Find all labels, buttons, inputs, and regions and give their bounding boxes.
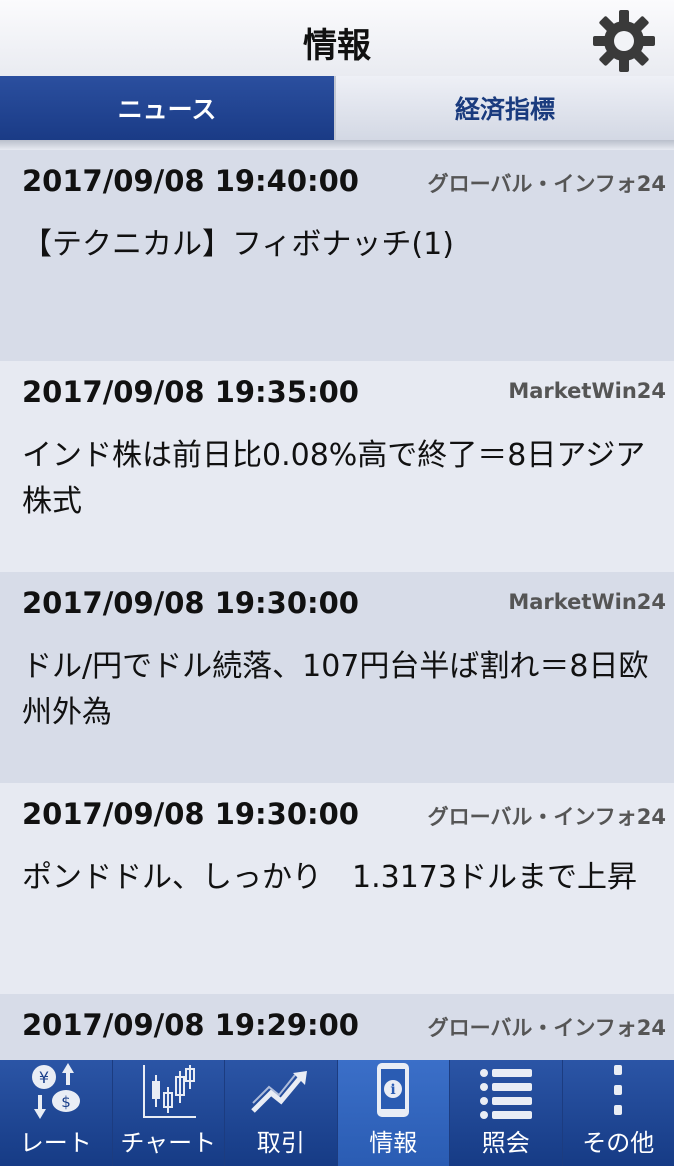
nav-inquiry[interactable]: 照会 — [450, 1060, 563, 1166]
nav-info-label: 情報 — [369, 1129, 418, 1157]
header-bar: 情報 — [0, 0, 674, 76]
news-source: グローバル・インフォ24 — [427, 805, 666, 829]
page-title: 情報 — [303, 26, 371, 66]
info-phone-icon: i — [377, 1063, 410, 1117]
tab-economic-indicators[interactable]: 経済指標 — [334, 76, 674, 140]
trade-icon — [250, 1071, 307, 1113]
news-item[interactable]: 2017/09/08 19:40:00 グローバル・インフォ24 【テクニカル】… — [0, 150, 674, 361]
news-date: 2017/09/08 19:29:00 — [22, 1008, 359, 1042]
gear-icon[interactable] — [591, 8, 657, 74]
chart-icon — [143, 1065, 197, 1118]
news-item[interactable]: 2017/09/08 19:30:00 MarketWin24 ドル/円でドル続… — [0, 572, 674, 783]
news-date: 2017/09/08 19:30:00 — [22, 586, 359, 620]
nav-more[interactable]: その他 — [563, 1060, 674, 1166]
list-icon — [479, 1069, 532, 1119]
nav-trade-label: 取引 — [256, 1129, 305, 1157]
nav-inquiry-label: 照会 — [481, 1129, 530, 1157]
news-source: MarketWin24 — [508, 379, 666, 403]
news-title: ドル/円でドル続落、107円台半ば割れ＝8日欧州外為 — [22, 649, 649, 730]
tab-news[interactable]: ニュース — [0, 76, 334, 140]
news-date: 2017/09/08 19:40:00 — [22, 164, 359, 198]
news-source: グローバル・インフォ24 — [427, 172, 666, 196]
news-date: 2017/09/08 19:35:00 — [22, 375, 359, 409]
nav-trade[interactable]: 取引 — [225, 1060, 338, 1166]
svg-text:¥: ¥ — [39, 1068, 49, 1087]
bottom-nav: ¥ $ レート チャート 取引 i 情報 照会 その他 — [0, 1060, 674, 1166]
news-list[interactable]: 2017/09/08 19:40:00 グローバル・インフォ24 【テクニカル】… — [0, 150, 674, 1060]
svg-text:$: $ — [61, 1093, 71, 1111]
news-date: 2017/09/08 19:30:00 — [22, 797, 359, 831]
nav-chart[interactable]: チャート — [113, 1060, 225, 1166]
news-source: グローバル・インフォ24 — [427, 1016, 666, 1040]
nav-rate-label: レート — [19, 1129, 92, 1157]
news-source: MarketWin24 — [508, 590, 666, 614]
nav-info[interactable]: i 情報 — [337, 1060, 450, 1166]
news-title: インド株は前日比0.08%高で終了＝8日アジア株式 — [22, 438, 646, 519]
tab-divider — [0, 140, 674, 150]
tab-bar: ニュース 経済指標 — [0, 76, 674, 140]
nav-chart-label: チャート — [120, 1129, 217, 1157]
news-item[interactable]: 2017/09/08 19:35:00 MarketWin24 インド株は前日比… — [0, 361, 674, 572]
rate-icon: ¥ $ — [31, 1063, 80, 1119]
news-title: ポンドドル、しっかり 1.3173ドルまで上昇 — [22, 860, 637, 895]
more-icon — [614, 1065, 623, 1115]
news-item[interactable]: 2017/09/08 19:29:00 グローバル・インフォ24 — [0, 994, 674, 1060]
nav-rate[interactable]: ¥ $ レート — [0, 1060, 113, 1166]
news-title: 【テクニカル】フィボナッチ(1) — [22, 227, 454, 262]
news-item[interactable]: 2017/09/08 19:30:00 グローバル・インフォ24 ポンドドル、し… — [0, 783, 674, 994]
svg-text:i: i — [391, 1082, 396, 1098]
nav-more-label: その他 — [582, 1129, 655, 1157]
